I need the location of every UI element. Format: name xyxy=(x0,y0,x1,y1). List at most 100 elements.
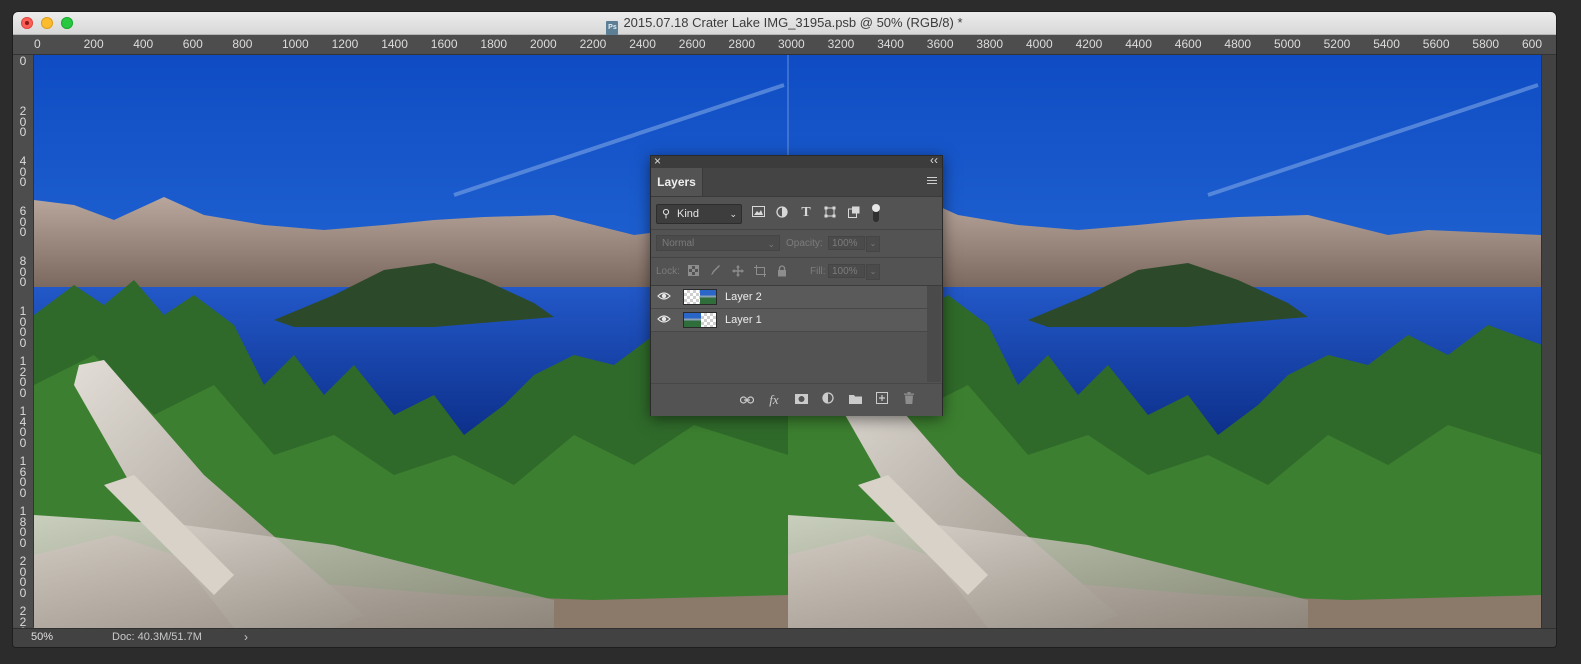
new-layer-icon[interactable] xyxy=(874,392,890,408)
ruler-tick-label: 4000 xyxy=(1026,37,1053,51)
layer-name[interactable]: Layer 1 xyxy=(725,309,762,331)
opacity-dropdown-icon[interactable]: ⌄ xyxy=(866,236,880,252)
ruler-tick-label: 200 xyxy=(19,104,27,139)
ruler-tick-label: 2400 xyxy=(629,37,656,51)
lock-image-pixels-icon[interactable] xyxy=(709,265,722,278)
filter-kind-select[interactable]: ⚲ Kind ⌄ xyxy=(656,204,742,224)
trash-icon[interactable] xyxy=(901,392,917,408)
type-filter-icon[interactable]: T xyxy=(799,206,813,220)
filter-toggle-switch[interactable] xyxy=(872,204,880,222)
zoom-level[interactable]: 50% xyxy=(31,631,53,643)
add-mask-icon[interactable] xyxy=(793,392,809,408)
ruler-tick-label: 2000 xyxy=(19,554,27,600)
ruler-tick-label: 0 xyxy=(34,37,41,51)
ruler-origin[interactable] xyxy=(13,35,34,55)
lock-row: Lock: Fill: 100% ⌄ xyxy=(651,258,942,286)
thumbnail-photo-half xyxy=(700,290,716,304)
window-title: 2015.07.18 Crater Lake IMG_3195a.psb @ 5… xyxy=(623,15,963,30)
layer-row-layer-2[interactable]: Layer 2 xyxy=(651,286,927,309)
title-bar: Ps 2015.07.18 Crater Lake IMG_3195a.psb @… xyxy=(13,12,1556,35)
ruler-tick-label: 3800 xyxy=(976,37,1004,51)
thumbnail-photo-half xyxy=(684,313,701,327)
chevron-down-icon: ⌄ xyxy=(729,209,737,219)
smart-object-filter-icon[interactable] xyxy=(847,206,861,220)
ruler-tick-label: 2600 xyxy=(678,37,706,51)
ruler-tick-label: 4200 xyxy=(1075,37,1103,51)
ruler-tick-label: 3600 xyxy=(926,37,954,51)
ruler-tick-label: 5200 xyxy=(1323,37,1351,51)
ruler-tick-label: 400 xyxy=(19,154,27,189)
layers-list: Layer 2 Layer 1 xyxy=(651,286,927,382)
ruler-tick-label: 4400 xyxy=(1125,37,1152,51)
panel-menu-icon[interactable] xyxy=(927,177,937,185)
ruler-tick-label: 3400 xyxy=(877,37,904,51)
fill-label: Fill: xyxy=(810,266,826,277)
layers-scrollbar[interactable] xyxy=(927,286,941,382)
status-bar: 50% Doc: 40.3M/51.7M › xyxy=(13,628,1556,647)
search-icon: ⚲ xyxy=(662,208,671,220)
layer-name[interactable]: Layer 2 xyxy=(725,286,762,308)
fill-dropdown-icon[interactable]: ⌄ xyxy=(866,264,880,280)
layer-filter-row: ⚲ Kind ⌄ T xyxy=(651,197,942,230)
image-filter-icon[interactable] xyxy=(751,206,765,220)
panel-header[interactable]: × ‹‹ xyxy=(651,153,942,168)
ruler-tick-label: 1200 xyxy=(19,354,27,400)
ruler-tick-label: 4600 xyxy=(1174,37,1202,51)
ruler-tick-label: 400 xyxy=(133,37,154,51)
layer-thumbnail xyxy=(683,289,717,305)
ruler-tick-label: 5600 xyxy=(1422,37,1450,51)
visibility-eye-icon[interactable] xyxy=(657,313,671,327)
ruler-tick-label: 1800 xyxy=(19,504,27,550)
layer-row-layer-1[interactable]: Layer 1 xyxy=(651,309,927,332)
ruler-tick-label: 5000 xyxy=(1274,37,1301,51)
link-layers-icon[interactable] xyxy=(739,392,755,408)
ruler-tick-label: 5800 xyxy=(1472,37,1500,51)
shape-filter-icon[interactable] xyxy=(823,206,837,220)
ruler-tick-label: 200 xyxy=(83,37,104,51)
lock-position-icon[interactable] xyxy=(731,265,744,278)
thumbnail-transparent-half xyxy=(701,313,716,327)
layer-thumbnail xyxy=(683,312,717,328)
tab-layers[interactable]: Layers xyxy=(651,168,703,196)
ruler-tick-label: 600 xyxy=(19,204,27,239)
new-group-icon[interactable] xyxy=(847,392,863,408)
adjustment-filter-icon[interactable] xyxy=(775,206,789,220)
ruler-tick-label: 0 xyxy=(19,54,27,68)
ruler-tick-label: 800 xyxy=(232,37,253,51)
ruler-tick-label: 1800 xyxy=(480,37,508,51)
lock-label: Lock: xyxy=(656,266,680,277)
fx-icon[interactable]: fx xyxy=(766,392,782,408)
horizontal-ruler[interactable]: 0 200 400 600 800 1000 1200 1400 1600 1800 2000 220… xyxy=(33,35,1556,55)
ruler-tick-label: 1400 xyxy=(19,404,27,450)
ruler-tick-label: 3200 xyxy=(827,37,855,51)
adjustment-layer-icon[interactable] xyxy=(820,392,836,408)
visibility-eye-icon[interactable] xyxy=(657,290,671,304)
panel-close-icon[interactable]: × xyxy=(654,154,661,168)
ruler-tick-label: 1000 xyxy=(282,37,309,51)
opacity-field[interactable]: 100% xyxy=(828,236,865,250)
ruler-tick-label: 3000 xyxy=(778,37,805,51)
ruler-tick-label: 600 xyxy=(182,37,203,51)
filter-kind-label: Kind xyxy=(677,208,700,220)
layers-panel: × ‹‹ Layers ⚲ Kind ⌄ T Normal ⌄ Opacity:… xyxy=(650,153,943,416)
panel-footer: fx xyxy=(651,383,942,416)
thumbnail-transparent-half xyxy=(684,290,701,304)
lock-all-icon[interactable] xyxy=(775,265,788,278)
ruler-tick-label: 1600 xyxy=(19,454,27,500)
ruler-tick-label: 1600 xyxy=(430,37,458,51)
panel-collapse-icon[interactable]: ‹‹ xyxy=(930,153,938,167)
fill-field[interactable]: 100% xyxy=(828,264,865,278)
panel-tab-row: Layers xyxy=(651,168,942,197)
status-menu-arrow[interactable]: › xyxy=(244,630,248,644)
ruler-tick-label: 2000 xyxy=(530,37,557,51)
blend-mode-select[interactable]: Normal ⌄ xyxy=(656,235,780,251)
ruler-tick-label: 2800 xyxy=(728,37,756,51)
photoshop-document-icon: Ps xyxy=(606,21,619,35)
document-size-info: Doc: 40.3M/51.7M xyxy=(112,631,202,643)
blend-mode-value: Normal xyxy=(662,238,695,249)
vertical-scrollbar[interactable] xyxy=(1541,55,1556,628)
vertical-ruler[interactable]: 0200400600800100012001400160018002000220… xyxy=(13,54,34,647)
lock-transparent-pixels-icon[interactable] xyxy=(687,265,700,278)
opacity-label: Opacity: xyxy=(786,238,823,249)
lock-artboard-icon[interactable] xyxy=(753,265,766,278)
